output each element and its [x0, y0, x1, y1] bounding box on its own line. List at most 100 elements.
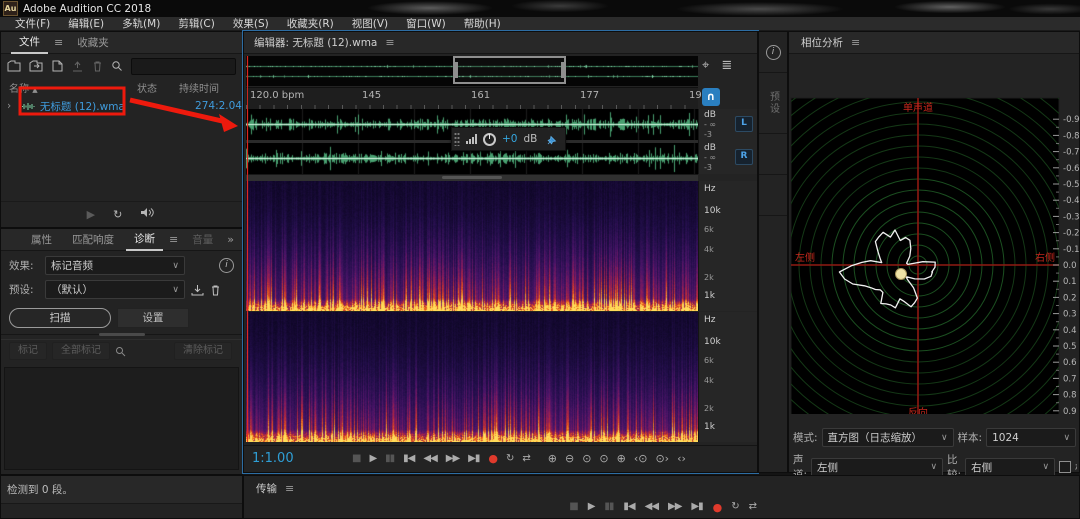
zoom-full-button[interactable]: ‹›	[677, 452, 686, 465]
normalize-checkbox[interactable]	[1059, 461, 1071, 473]
loop-playback-button[interactable]: ↻	[506, 453, 513, 464]
files-column-headers[interactable]: 名称 ▲ 状态 持续时间	[1, 78, 242, 97]
channel-left-button[interactable]: L	[735, 116, 753, 132]
dock-info-cell[interactable]: i	[759, 32, 787, 73]
fast-forward-button[interactable]: ▶▶	[446, 453, 459, 464]
zoom-in-button[interactable]: ⊕	[548, 452, 557, 465]
panel-menu-icon[interactable]: ≡	[849, 36, 862, 49]
menu-item[interactable]: 剪辑(C)	[169, 16, 224, 31]
panel-menu-icon[interactable]: ≡	[383, 36, 396, 49]
skip-to-start-button[interactable]: ▮◀	[403, 453, 414, 464]
menu-item[interactable]: 文件(F)	[6, 16, 59, 31]
zoom-out-button[interactable]: ⊖	[565, 452, 574, 465]
search-input[interactable]	[131, 58, 236, 75]
channel-select[interactable]: 左侧∨	[811, 458, 943, 477]
dock-empty-cell[interactable]	[759, 134, 787, 175]
tab-diagnostics[interactable]: 诊断	[126, 229, 163, 251]
overview-bar[interactable]	[246, 56, 698, 86]
rewind-button[interactable]: ◀◀	[423, 453, 436, 464]
record-button[interactable]: ●	[488, 452, 497, 465]
pin-icon[interactable]	[547, 134, 558, 145]
tab-overflow-icon[interactable]: »	[225, 233, 236, 246]
menu-item[interactable]: 效果(S)	[224, 16, 278, 31]
menu-item[interactable]: 帮助(H)	[455, 16, 510, 31]
menu-item[interactable]: 编辑(E)	[59, 16, 113, 31]
clear-marks-button[interactable]: 清除标记	[174, 342, 232, 360]
panel-menu-icon[interactable]: ≡	[167, 233, 180, 246]
preview-loop-button[interactable]: ↻	[113, 208, 122, 221]
pause-button[interactable]: ▮▮	[604, 501, 613, 514]
time-display[interactable]: 1:1.00	[252, 451, 348, 466]
loop-playback-button[interactable]: ↻	[731, 501, 738, 514]
column-duration[interactable]: 持续时间	[179, 80, 219, 95]
preview-autoplay-icon[interactable]	[140, 207, 156, 221]
channel-right-button[interactable]: R	[735, 149, 753, 165]
play-button[interactable]: ▶	[369, 453, 376, 464]
panel-menu-icon[interactable]: ≡	[52, 36, 65, 49]
title-bar[interactable]: Au Adobe Audition CC 2018	[0, 0, 1080, 17]
fast-forward-button[interactable]: ▶▶	[668, 501, 681, 514]
volume-hud[interactable]: +0 dB	[451, 127, 566, 151]
selection-left-handle[interactable]	[454, 62, 458, 78]
tab-files[interactable]: 文件	[11, 32, 48, 54]
expand-chevron-icon[interactable]: ›	[7, 100, 21, 112]
skip-playhead-button[interactable]: ⇄	[749, 501, 756, 514]
effect-select[interactable]: 标记音频∨	[45, 256, 185, 275]
insert-multitrack-icon[interactable]	[71, 60, 84, 72]
zoom-in-point-button[interactable]: ⊙	[582, 452, 591, 465]
editor-options-icon[interactable]: ≣	[721, 58, 732, 73]
preset-select[interactable]: （默认）∨	[45, 280, 185, 299]
dock-preset-label[interactable]: 预设	[766, 85, 781, 121]
marks-list[interactable]	[4, 367, 239, 470]
preview-play-button[interactable]: ▶	[87, 208, 95, 221]
mark-all-button[interactable]: 全部标记	[52, 342, 110, 360]
zoom-out-point-button[interactable]: ⊙	[599, 452, 608, 465]
column-name[interactable]: 名称 ▲	[9, 80, 137, 95]
pause-button[interactable]: ▮▮	[385, 453, 394, 464]
column-status[interactable]: 状态	[137, 80, 179, 95]
info-icon[interactable]: i	[766, 45, 781, 60]
search-marks-icon[interactable]	[115, 346, 126, 357]
selection-right-handle[interactable]	[561, 62, 565, 78]
menu-item[interactable]: 窗口(W)	[397, 16, 455, 31]
mark-button[interactable]: 标记	[9, 342, 47, 360]
skip-to-end-button[interactable]: ▶▮	[468, 453, 479, 464]
zoom-selection-button[interactable]: ⊕	[617, 452, 626, 465]
dock-preset-cell[interactable]: 预设	[759, 73, 787, 134]
tab-favorites[interactable]: 收藏夹	[69, 33, 117, 53]
zoom-sel-right-button[interactable]: ⊙›	[655, 452, 669, 465]
skip-to-start-button[interactable]: ▮◀	[623, 501, 634, 514]
tab-properties[interactable]: 属性	[23, 230, 60, 250]
new-file-icon[interactable]	[51, 60, 63, 72]
skip-to-end-button[interactable]: ▶▮	[691, 501, 702, 514]
compare-select[interactable]: 右侧∨	[965, 458, 1055, 477]
delete-icon[interactable]	[92, 60, 103, 72]
snap-toggle[interactable]: ∩	[702, 88, 720, 106]
file-row[interactable]: › 无标题 (12).wma 274:2.04	[1, 97, 242, 115]
panel-menu-icon[interactable]: ≡	[283, 482, 296, 495]
tab-volume[interactable]: 音量	[184, 230, 221, 250]
save-preset-icon[interactable]	[191, 284, 204, 296]
import-files-icon[interactable]	[29, 60, 43, 72]
pan-overview-icon[interactable]: ⌖	[702, 58, 709, 73]
settings-button[interactable]: 设置	[117, 308, 189, 328]
skip-playhead-button[interactable]: ⇄	[522, 453, 529, 464]
scan-button[interactable]: 扫描	[9, 308, 111, 328]
playhead[interactable]	[247, 56, 248, 442]
menu-item[interactable]: 收藏夹(R)	[278, 16, 343, 31]
delete-preset-icon[interactable]	[210, 284, 221, 296]
dock-empty-cell[interactable]	[759, 175, 787, 216]
record-button[interactable]: ●	[713, 501, 722, 514]
spectrogram-canvas-top[interactable]	[246, 181, 698, 311]
info-icon[interactable]: i	[219, 258, 234, 273]
timeline-ruler[interactable]: 120.0 bpm 145161177193	[246, 87, 698, 111]
menu-item[interactable]: 多轨(M)	[113, 16, 169, 31]
divider[interactable]	[1, 334, 242, 340]
hud-db-value[interactable]: +0	[502, 133, 517, 145]
menu-item[interactable]: 视图(V)	[343, 16, 397, 31]
overview-selection[interactable]	[453, 56, 566, 84]
hud-grip-icon[interactable]	[454, 132, 460, 146]
spectrogram-canvas-bottom[interactable]	[246, 312, 698, 442]
zoom-sel-left-button[interactable]: ‹⊙	[634, 452, 648, 465]
volume-knob[interactable]	[483, 133, 496, 146]
